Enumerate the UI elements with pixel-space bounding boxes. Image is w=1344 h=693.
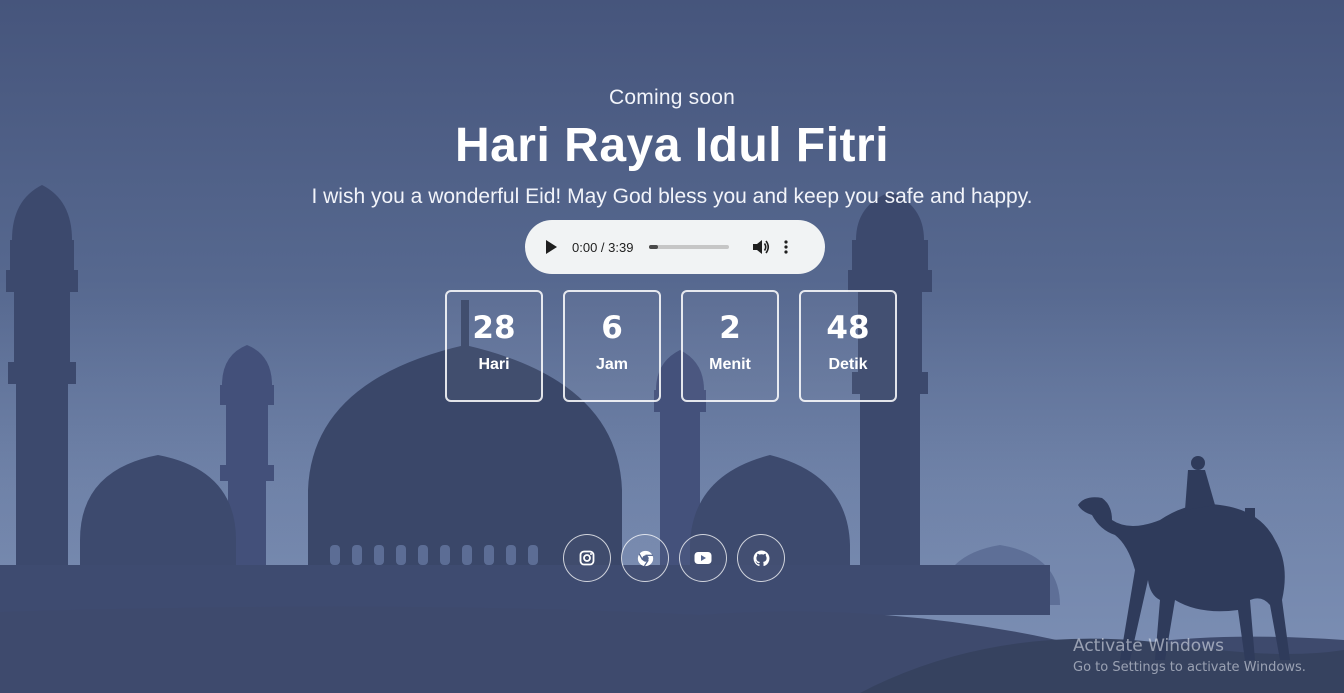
more-vertical-icon xyxy=(784,240,789,254)
youtube-link[interactable] xyxy=(679,534,727,582)
play-icon xyxy=(546,240,557,254)
watermark-title: Activate Windows xyxy=(1073,636,1224,656)
countdown-days-label: Hari xyxy=(478,356,510,373)
social-links xyxy=(563,534,785,582)
watermark-subtitle: Go to Settings to activate Windows. xyxy=(1073,660,1306,675)
countdown-days-value: 28 xyxy=(472,310,516,346)
audio-time-display: 0:00 / 3:39 xyxy=(572,239,634,255)
github-link[interactable] xyxy=(737,534,785,582)
countdown-timer: 28 Hari 6 Jam 2 Menit 48 Detik xyxy=(445,290,897,402)
countdown-minutes-value: 2 xyxy=(719,310,741,346)
play-button[interactable] xyxy=(543,239,559,255)
countdown-hours: 6 Jam xyxy=(563,290,661,402)
countdown-days: 28 Hari xyxy=(445,290,543,402)
countdown-minutes: 2 Menit xyxy=(681,290,779,402)
countdown-seconds: 48 Detik xyxy=(799,290,897,402)
chrome-icon xyxy=(637,550,653,566)
page-title: Hari Raya Idul Fitri xyxy=(454,119,890,172)
audio-more-options-button[interactable] xyxy=(781,238,791,256)
countdown-hours-label: Jam xyxy=(595,356,629,373)
audio-seek-progress xyxy=(649,245,659,249)
instagram-icon xyxy=(579,550,595,566)
volume-icon xyxy=(753,240,770,254)
audio-player: 0:00 / 3:39 xyxy=(525,220,825,274)
coming-soon-label: Coming soon xyxy=(609,86,735,109)
countdown-seconds-label: Detik xyxy=(828,356,868,373)
page: Coming soon Hari Raya Idul Fitri I wish … xyxy=(0,0,1344,693)
mute-button[interactable] xyxy=(751,238,771,256)
countdown-seconds-value: 48 xyxy=(826,310,870,346)
instagram-link[interactable] xyxy=(563,534,611,582)
windows-activation-watermark: Activate Windows Go to Settings to activ… xyxy=(1073,636,1306,675)
chrome-link[interactable] xyxy=(621,534,669,582)
github-icon xyxy=(753,550,769,566)
countdown-hours-value: 6 xyxy=(601,310,623,346)
audio-seek-bar[interactable] xyxy=(649,245,730,249)
youtube-icon xyxy=(694,552,712,564)
countdown-minutes-label: Menit xyxy=(709,356,751,373)
greeting-subtitle: I wish you a wonderful Eid! May God bles… xyxy=(311,185,1033,208)
